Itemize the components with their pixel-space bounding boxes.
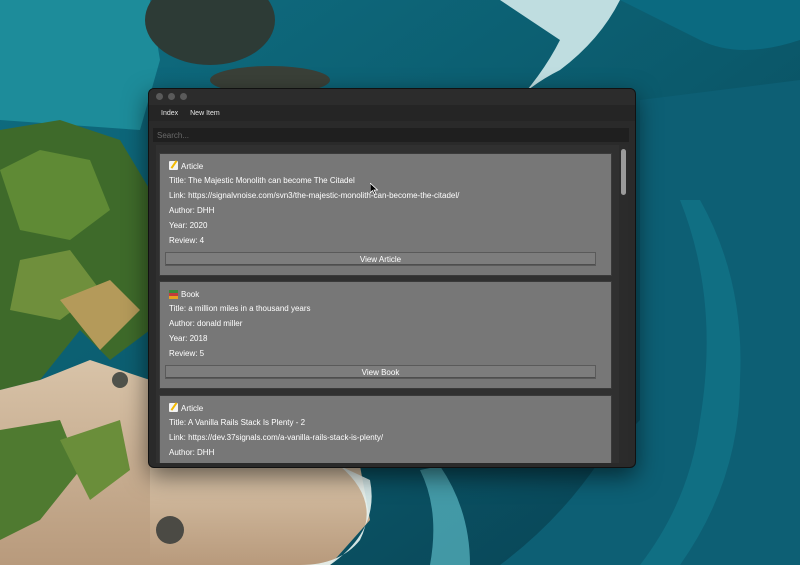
card-author: Author: donald miller — [169, 319, 243, 328]
card-review: Review: 5 — [169, 349, 205, 358]
card-author: Author: DHH — [169, 206, 215, 215]
books-icon — [169, 289, 178, 298]
pencil-memo-icon — [169, 161, 178, 170]
article-card: Article Title: The Majestic Monolith can… — [159, 153, 612, 276]
pencil-memo-icon — [169, 403, 178, 412]
card-title: Title: A Vanilla Rails Stack Is Plenty -… — [169, 418, 306, 427]
card-link: Link: https://signalvnoise.com/svn3/the-… — [169, 191, 460, 200]
card-type-label: Book — [169, 289, 199, 299]
app-window: Index New Item Article Title: The Majest… — [148, 88, 636, 468]
menu-bar: Index New Item — [149, 105, 635, 121]
book-card: Book Title: a million miles in a thousan… — [159, 281, 612, 389]
menu-item-new-item[interactable]: New Item — [184, 110, 226, 117]
scrollbar-thumb[interactable] — [621, 149, 626, 195]
card-author: Author: DHH — [169, 448, 215, 457]
card-year: Year: 2018 — [169, 334, 208, 343]
menu-item-index[interactable]: Index — [155, 110, 184, 117]
card-title: Title: a million miles in a thousand yea… — [169, 304, 311, 313]
card-type-label: Article — [169, 403, 203, 413]
card-title: Title: The Majestic Monolith can become … — [169, 176, 355, 185]
minimize-window-icon[interactable] — [168, 93, 175, 100]
item-list[interactable]: Article Title: The Majestic Monolith can… — [156, 145, 626, 463]
zoom-window-icon[interactable] — [180, 93, 187, 100]
card-type-text: Article — [181, 404, 204, 413]
card-review: Review: 4 — [169, 236, 205, 245]
view-book-button[interactable]: View Book — [165, 365, 596, 379]
card-type-label: Article — [169, 161, 203, 171]
article-card: Article Title: A Vanilla Rails Stack Is … — [159, 395, 612, 463]
card-link: Link: https://dev.37signals.com/a-vanill… — [169, 433, 384, 442]
close-window-icon[interactable] — [156, 93, 163, 100]
vertical-scrollbar[interactable] — [619, 145, 628, 463]
card-type-text: Book — [181, 290, 200, 299]
search-input[interactable] — [153, 128, 629, 142]
card-type-text: Article — [181, 162, 204, 171]
view-article-button[interactable]: View Article — [165, 252, 596, 266]
card-year: Year: 2020 — [169, 221, 208, 230]
window-titlebar[interactable] — [149, 89, 635, 105]
